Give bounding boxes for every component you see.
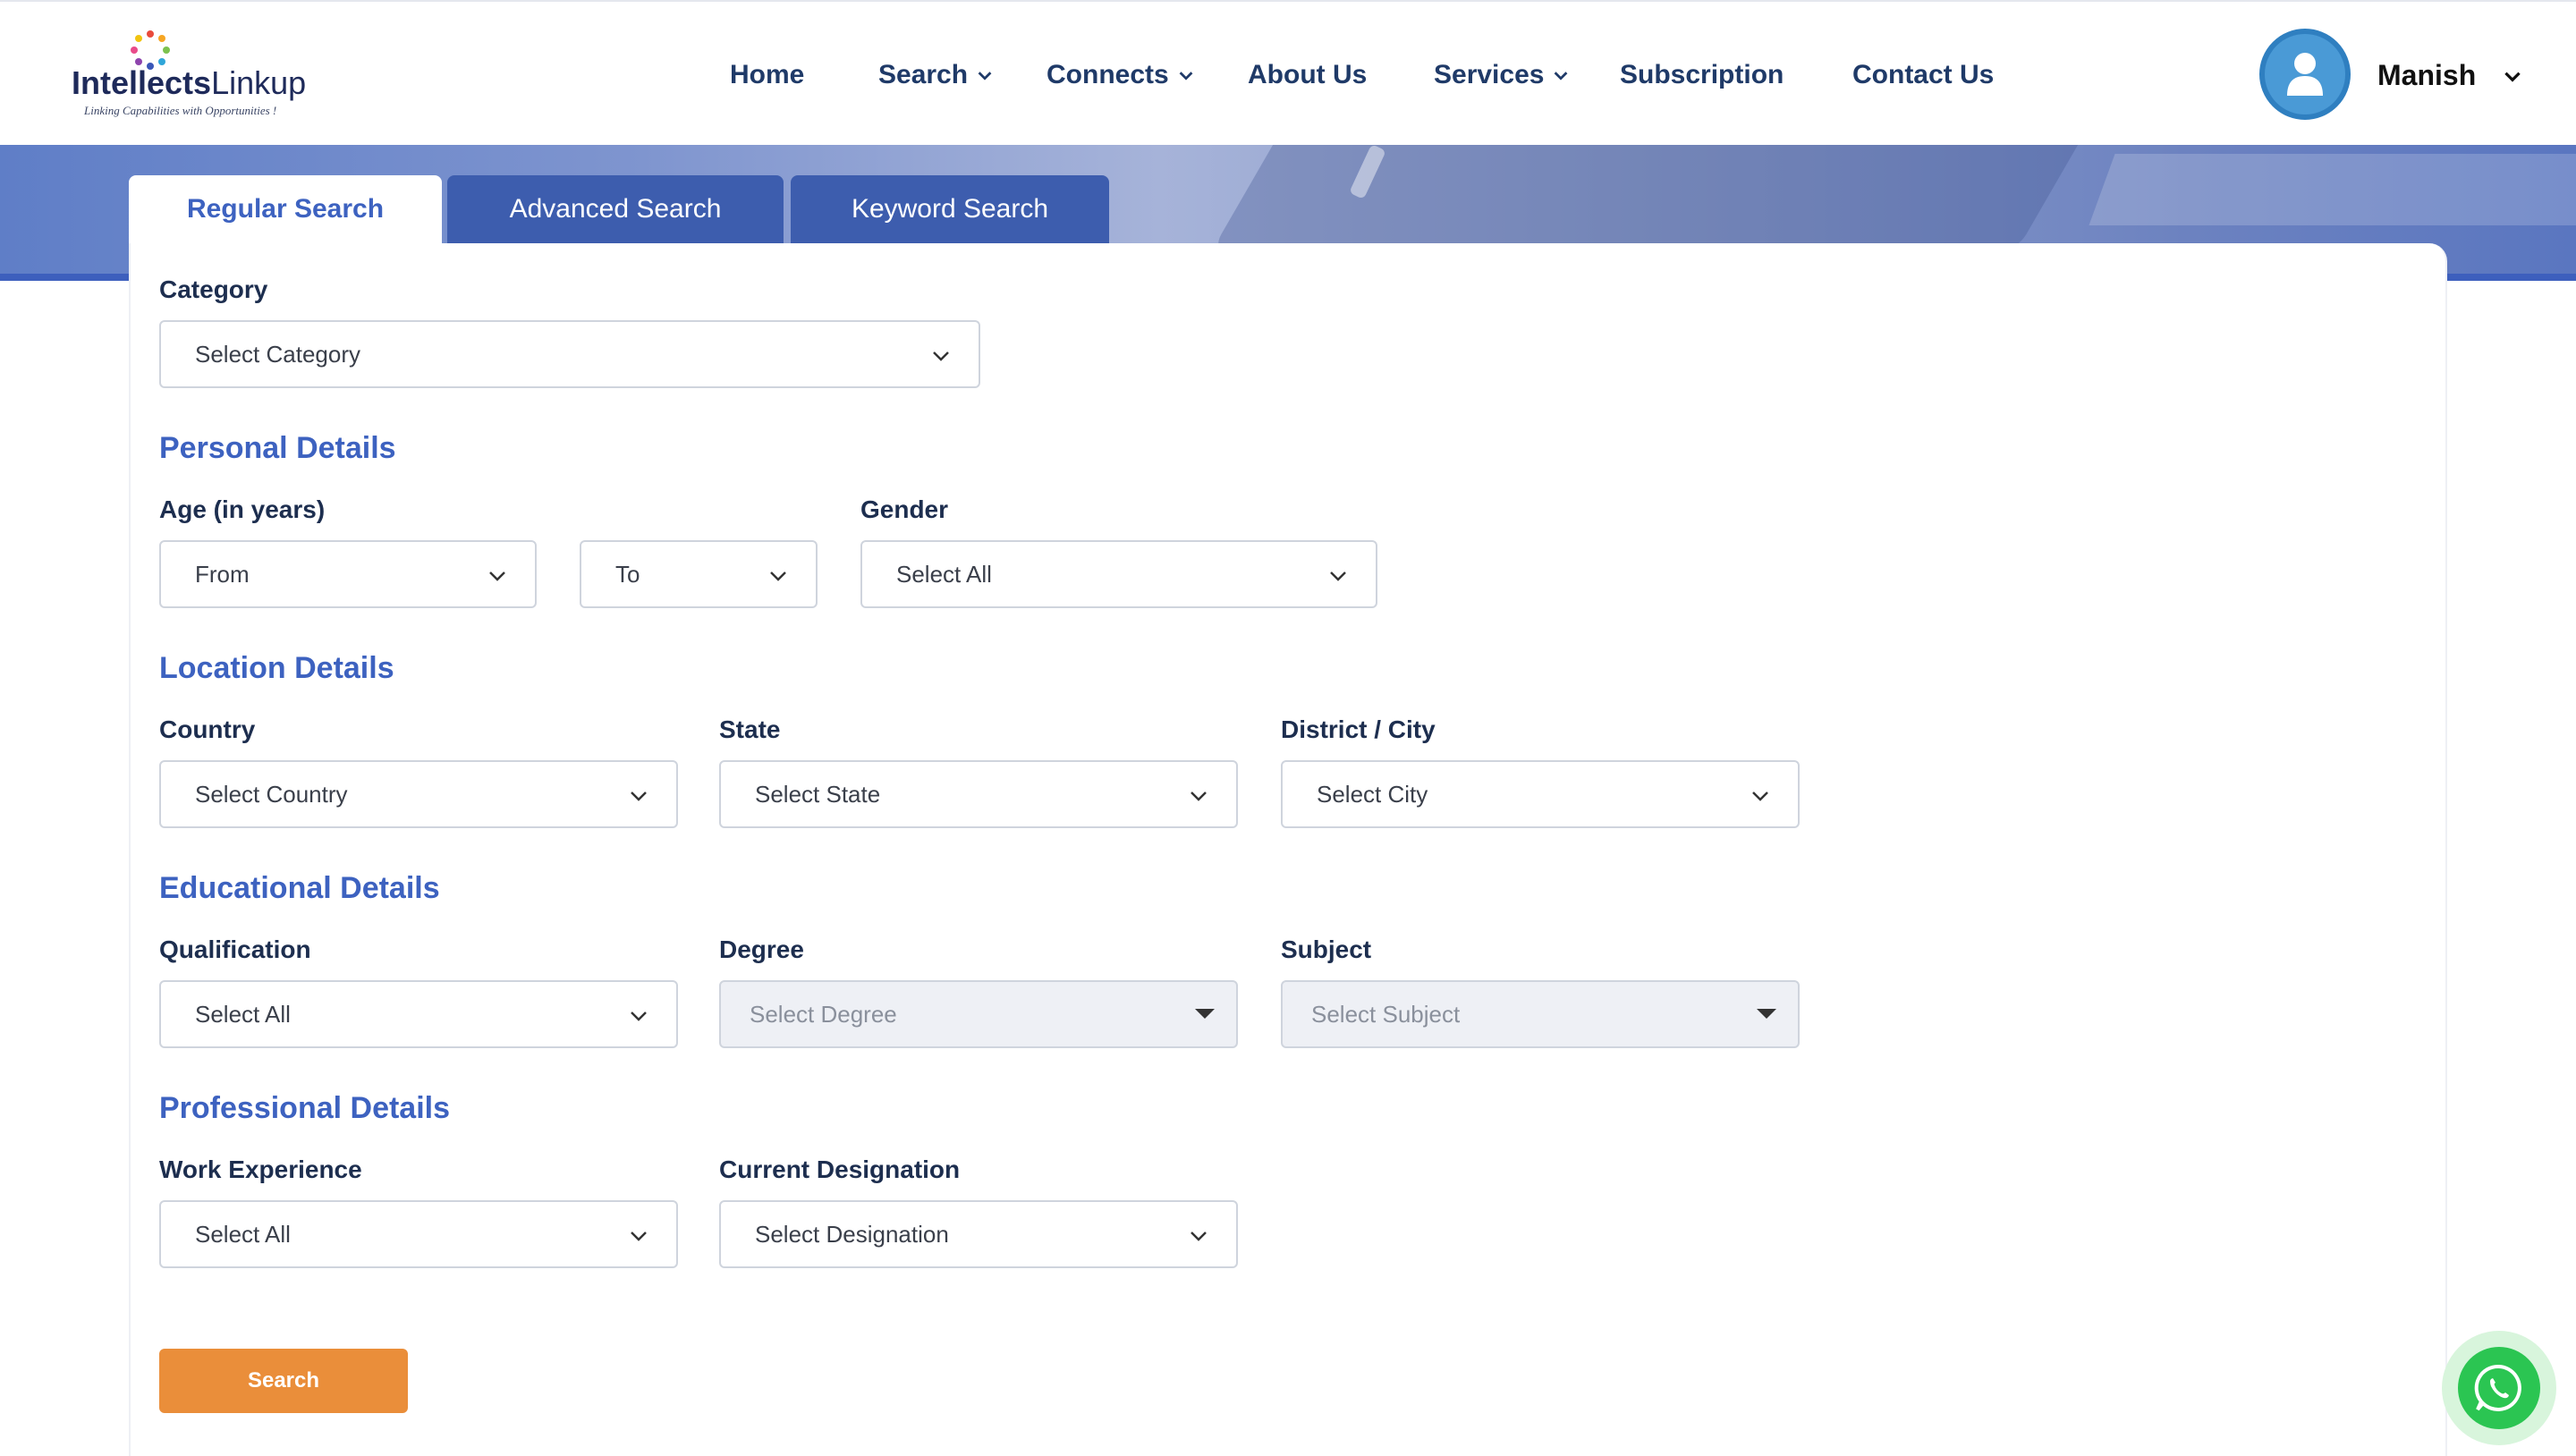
user-menu[interactable]: Manish	[2259, 29, 2546, 122]
site-header: IntellectsLinkup Linking Capabilities wi…	[0, 0, 2576, 145]
location-details-title: Location Details	[159, 651, 394, 685]
nav-services[interactable]: Services	[1434, 57, 1571, 93]
nav-connects[interactable]: Connects	[1046, 57, 1196, 93]
subject-select[interactable]: Select Subject	[1281, 980, 1800, 1048]
city-select[interactable]: Select City	[1281, 760, 1800, 828]
educational-details-title: Educational Details	[159, 871, 440, 905]
chevron-down-icon	[1555, 72, 1568, 80]
nav-subscription[interactable]: Subscription	[1620, 57, 1784, 93]
chevron-down-icon	[1752, 791, 1768, 801]
degree-value: Select Degree	[750, 1000, 897, 1028]
chevron-down-icon	[1330, 571, 1346, 581]
country-value: Select Country	[195, 780, 348, 808]
professional-details-title: Professional Details	[159, 1091, 451, 1125]
chevron-down-icon	[1179, 72, 1193, 80]
banner-decoration	[2089, 154, 2576, 225]
work-experience-label: Work Experience	[159, 1155, 362, 1183]
personal-details-title: Personal Details	[159, 431, 396, 465]
nav-contact[interactable]: Contact Us	[1852, 57, 1994, 93]
chevron-down-icon	[978, 72, 992, 80]
tab-regular-search[interactable]: Regular Search	[129, 175, 442, 243]
city-label: District / City	[1281, 715, 1436, 743]
degree-label: Degree	[719, 935, 804, 963]
chevron-down-icon	[1191, 1232, 1207, 1241]
qualification-value: Select All	[195, 1000, 291, 1028]
whatsapp-button-inner	[2458, 1347, 2540, 1429]
category-select[interactable]: Select Category	[159, 320, 980, 388]
caret-down-icon	[1195, 1009, 1215, 1019]
chevron-down-icon	[631, 1232, 647, 1241]
avatar[interactable]	[2259, 29, 2351, 120]
search-form-card	[129, 243, 2447, 1456]
chevron-down-icon	[2504, 72, 2521, 82]
main-nav: Home Search Connects About Us Services S…	[0, 2, 2576, 145]
chevron-down-icon	[489, 571, 505, 581]
whatsapp-icon	[2474, 1364, 2521, 1411]
state-label: State	[719, 715, 781, 743]
degree-select[interactable]: Select Degree	[719, 980, 1238, 1048]
category-select-value: Select Category	[195, 340, 360, 368]
age-from-select[interactable]: From	[159, 540, 537, 608]
gender-select[interactable]: Select All	[860, 540, 1377, 608]
chevron-down-icon	[770, 571, 786, 581]
gender-label: Gender	[860, 495, 949, 523]
work-experience-value: Select All	[195, 1220, 291, 1248]
chevron-down-icon	[631, 791, 647, 801]
nav-search[interactable]: Search	[878, 57, 995, 93]
subject-value: Select Subject	[1311, 1000, 1461, 1028]
caret-down-icon	[1757, 1009, 1776, 1019]
state-value: Select State	[755, 780, 881, 808]
state-select[interactable]: Select State	[719, 760, 1238, 828]
user-icon	[2287, 53, 2323, 96]
tab-advanced-search[interactable]: Advanced Search	[447, 175, 784, 243]
qualification-label: Qualification	[159, 935, 311, 963]
whatsapp-button[interactable]	[2442, 1331, 2556, 1445]
designation-label: Current Designation	[719, 1155, 961, 1183]
country-select[interactable]: Select Country	[159, 760, 678, 828]
banner-decoration	[1210, 145, 2099, 252]
gender-value: Select All	[896, 560, 992, 588]
designation-select[interactable]: Select Designation	[719, 1200, 1238, 1268]
age-to-select[interactable]: To	[580, 540, 818, 608]
search-button[interactable]: Search	[159, 1349, 408, 1413]
chevron-down-icon	[631, 1012, 647, 1021]
country-label: Country	[159, 715, 256, 743]
chevron-down-icon	[933, 351, 949, 361]
subject-label: Subject	[1281, 935, 1372, 963]
tab-keyword-search[interactable]: Keyword Search	[791, 175, 1109, 243]
chevron-down-icon	[1191, 791, 1207, 801]
age-label: Age (in years)	[159, 495, 326, 523]
designation-value: Select Designation	[755, 1220, 949, 1248]
city-value: Select City	[1317, 780, 1428, 808]
qualification-select[interactable]: Select All	[159, 980, 678, 1048]
nav-home[interactable]: Home	[730, 57, 804, 93]
age-from-value: From	[195, 560, 250, 588]
user-name: Manish	[2377, 59, 2477, 91]
category-label: Category	[159, 275, 268, 303]
nav-about[interactable]: About Us	[1248, 57, 1367, 93]
work-experience-select[interactable]: Select All	[159, 1200, 678, 1268]
age-to-value: To	[615, 560, 640, 588]
